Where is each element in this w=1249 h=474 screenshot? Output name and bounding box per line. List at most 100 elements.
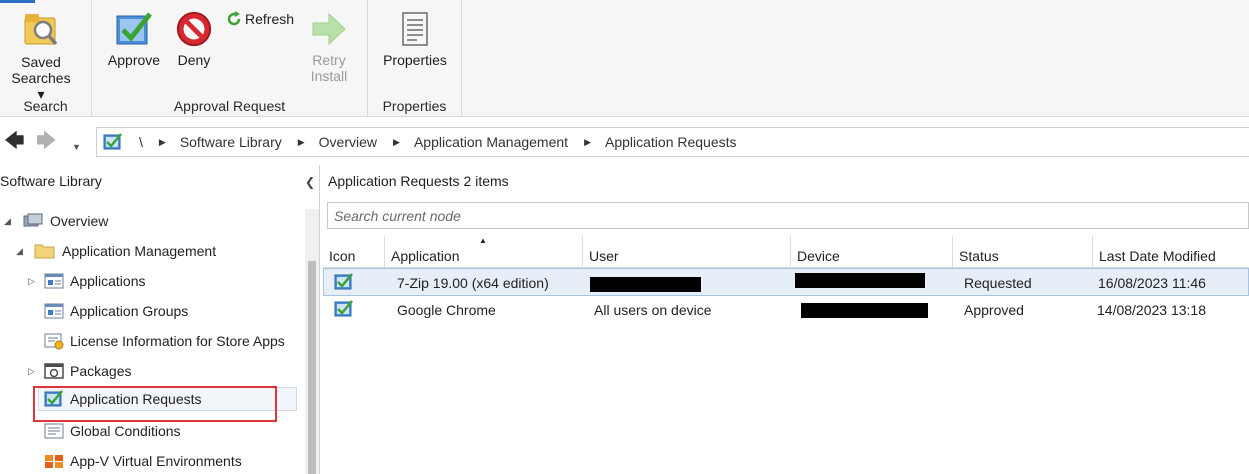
redacted-device	[795, 273, 925, 288]
grid-header: Icon Application ▲ User Device Status La…	[323, 236, 1249, 268]
deny-button[interactable]: Deny	[168, 10, 220, 68]
column-header-user[interactable]: User	[583, 236, 791, 268]
breadcrumb-application-management[interactable]: Application Management ▶	[414, 134, 605, 150]
breadcrumb-root-label: \	[139, 134, 143, 150]
collapse-arrow-icon[interactable]: ◢	[4, 216, 16, 227]
table-row[interactable]: Google Chrome All users on device Approv…	[323, 296, 1249, 324]
application-request-icon	[334, 300, 353, 317]
retry-install-icon	[312, 12, 346, 46]
results-title: Application Requests	[328, 173, 460, 189]
redacted-device	[801, 303, 928, 318]
app-requests-node-icon	[103, 133, 122, 150]
properties-icon	[402, 12, 428, 46]
ribbon-group-approval: Approve Deny Refresh Retry Install Appro…	[92, 0, 368, 117]
back-arrow-icon[interactable]: 🡄	[4, 131, 25, 151]
breadcrumb-label: Software Library	[179, 134, 282, 150]
breadcrumb-separator-icon[interactable]: ▶	[393, 137, 400, 148]
cell-status: Requested	[964, 275, 1032, 291]
tree-item-license-information[interactable]: License Information for Store Apps	[44, 329, 302, 353]
breadcrumb-separator-icon[interactable]: ▶	[584, 137, 591, 148]
breadcrumb-separator-icon[interactable]: ▶	[159, 137, 166, 148]
history-dropdown-icon[interactable]: ▼	[72, 137, 81, 157]
breadcrumb-root[interactable]: \ ▶	[123, 134, 180, 150]
scrollbar-thumb[interactable]	[308, 261, 316, 474]
tree-item-appv-virtual-environments[interactable]: App-V Virtual Environments	[44, 449, 242, 473]
address-bar: 🡄 🡆 ▼ \ ▶ Software Library ▶ Overview ▶ …	[0, 125, 1249, 159]
tree-item-applications[interactable]: ▷ Applications	[28, 269, 146, 293]
saved-searches-label-1: Saved	[21, 54, 61, 70]
refresh-button[interactable]: Refresh	[226, 11, 294, 27]
column-header-icon[interactable]: Icon	[323, 236, 385, 268]
tree-item-label: Application Management	[62, 243, 217, 259]
retry-label-2: Install	[310, 68, 348, 84]
refresh-label: Refresh	[245, 11, 295, 27]
expand-arrow-icon[interactable]: ▷	[28, 276, 40, 287]
tree-item-label: Applications	[70, 273, 146, 289]
results-count: 2 items	[463, 173, 509, 189]
applications-icon	[44, 273, 64, 289]
collapse-pane-icon[interactable]: ❮	[305, 175, 315, 189]
navigation-scrollbar[interactable]	[305, 209, 319, 474]
license-information-icon	[44, 333, 64, 350]
folder-icon	[34, 244, 55, 259]
properties-button-label: Properties	[383, 52, 447, 68]
application-groups-icon	[44, 303, 64, 319]
tree-item-application-management[interactable]: ◢ Application Management	[16, 239, 216, 263]
breadcrumb-software-library[interactable]: Software Library ▶	[180, 134, 319, 150]
ribbon-group-approval-label: Approval Request	[173, 98, 286, 114]
tree-item-application-groups[interactable]: Application Groups	[44, 299, 188, 323]
retry-label-1: Retry	[312, 52, 346, 68]
sort-ascending-icon: ▲	[479, 236, 487, 245]
approve-label: Approve	[107, 52, 161, 68]
application-request-icon	[334, 273, 353, 290]
results-pane: Application Requests2 items Icon Applica…	[321, 165, 1249, 474]
cell-last-date-modified: 14/08/2023 13:18	[1097, 302, 1206, 318]
column-header-last-date-modified[interactable]: Last Date Modified	[1093, 236, 1249, 268]
column-header-status[interactable]: Status	[953, 236, 1093, 268]
deny-icon	[176, 11, 212, 47]
ribbon-group-search: Saved Searches ▾ Search	[0, 0, 92, 117]
redacted-user	[590, 277, 701, 292]
tree-item-label: Global Conditions	[70, 423, 181, 439]
expand-arrow-icon[interactable]: ▷	[28, 366, 40, 377]
saved-searches-icon	[24, 14, 58, 46]
tree-item-label: License Information for Store Apps	[70, 333, 285, 349]
breadcrumb: \ ▶ Software Library ▶ Overview ▶ Applic…	[96, 127, 1249, 157]
approve-icon	[116, 12, 152, 45]
column-header-device[interactable]: Device	[791, 236, 953, 268]
search-input[interactable]	[327, 202, 1249, 229]
tree-item-label: Application Groups	[70, 303, 189, 319]
breadcrumb-label: Application Requests	[604, 134, 737, 150]
tree-item-overview[interactable]: ◢ Overview	[4, 209, 108, 233]
table-row[interactable]: 7-Zip 19.00 (x64 edition) Requested 16/0…	[323, 268, 1249, 296]
cell-last-date-modified: 16/08/2023 11:46	[1098, 275, 1206, 291]
overview-icon	[23, 213, 43, 227]
retry-install-button[interactable]: Retry Install	[302, 10, 356, 84]
refresh-icon	[227, 11, 241, 26]
approve-button[interactable]: Approve	[104, 10, 164, 68]
ribbon: Saved Searches ▾ Search Approve Deny Ref…	[0, 0, 1249, 117]
ribbon-group-properties-label: Properties	[382, 98, 447, 114]
results-header: Application Requests 2 items	[328, 173, 509, 189]
ribbon-group-search-label: Search	[23, 98, 68, 114]
highlight-annotation	[33, 386, 277, 422]
navigation-pane-title: Software Library	[0, 173, 102, 189]
breadcrumb-separator-icon[interactable]: ▶	[298, 137, 305, 148]
saved-searches-button[interactable]: Saved Searches ▾	[6, 10, 76, 102]
breadcrumb-overview[interactable]: Overview ▶	[319, 134, 414, 150]
tree-item-label: Overview	[50, 213, 109, 229]
properties-button[interactable]: Properties	[378, 10, 452, 68]
ribbon-group-properties: Properties Properties	[368, 0, 462, 117]
forward-arrow-icon[interactable]: 🡆	[36, 131, 57, 151]
tree-item-global-conditions[interactable]: Global Conditions	[44, 419, 181, 443]
cell-status: Approved	[964, 302, 1024, 318]
collapse-arrow-icon[interactable]: ◢	[16, 246, 28, 257]
breadcrumb-application-requests[interactable]: Application Requests	[605, 134, 737, 150]
cell-application: 7-Zip 19.00 (x64 edition)	[397, 275, 549, 291]
tree-item-label: Packages	[70, 363, 132, 379]
global-conditions-icon	[44, 423, 64, 439]
tree-item-label: App-V Virtual Environments	[70, 453, 242, 469]
packages-icon	[44, 363, 64, 379]
tree-item-packages[interactable]: ▷ Packages	[28, 359, 131, 383]
appv-environments-icon	[45, 455, 63, 468]
